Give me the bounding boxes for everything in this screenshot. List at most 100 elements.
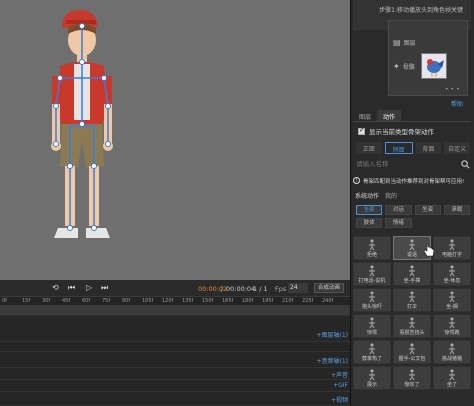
layers-icon: ▤ [393, 37, 401, 47]
rooster-thumbnail-icon [427, 59, 444, 77]
track-label-audio[interactable]: +音频轴(1) [316, 356, 348, 365]
tab-layers[interactable]: 图层 [353, 110, 377, 121]
category-sitting[interactable]: 坐姿 [414, 205, 441, 215]
tab-back[interactable]: 背面 [415, 142, 442, 154]
action-label: 坐-休息 [443, 278, 461, 284]
help-link[interactable]: 帮助 [451, 99, 463, 108]
category-body[interactable]: 肢体 [356, 218, 383, 228]
prev-frame-icon[interactable]: ⏮ [68, 283, 75, 293]
ruler-tick: 90f [122, 298, 131, 304]
pose-icon [369, 343, 375, 355]
ruler-tick: 180f [242, 298, 254, 304]
ruler-tick: 210f [282, 298, 294, 304]
action-grid: 拒绝 说话 电脑打字 打电话-说机 坐-手撑 坐-休息 抱头惊吓 打伞 坐-搁 … [353, 236, 471, 390]
layer-label-2: 骨骼 [402, 63, 415, 71]
layer-row-2[interactable]: ✦ 骨骼 [393, 51, 415, 81]
action-label: 鼓掌热了 [361, 356, 382, 362]
tab-custom[interactable]: 自定义 [444, 142, 470, 154]
ruler-tick: 45f [62, 298, 71, 304]
track-audio[interactable]: +音频轴(1) [0, 352, 350, 368]
track-gif[interactable]: +GIF [0, 380, 350, 392]
timeline-ruler[interactable]: 0f 15f 30f 45f 60f 75f 90f 105f 120f 135… [0, 296, 350, 306]
pose-icon [369, 239, 375, 251]
play-icon[interactable]: ▷ [86, 283, 92, 292]
track-label-layer[interactable]: +图层轴(1) [316, 330, 348, 339]
action-label: 抱头惊吓 [361, 304, 382, 310]
pose-icon [409, 291, 415, 303]
pose-icon [369, 265, 375, 277]
action-tile[interactable]: 惊愕 [353, 314, 391, 338]
track-spacer [0, 342, 350, 352]
timeline-tracks: +图层轴(1) +音频轴(1) +声音 +GIF +视频 [0, 306, 350, 406]
character-figure[interactable] [40, 6, 130, 244]
ruler-tick: 225f [302, 298, 314, 304]
action-tile[interactable]: 抱头惊吓 [353, 288, 391, 312]
tab-front[interactable]: 正面 [356, 142, 382, 154]
stage-canvas[interactable] [0, 0, 350, 280]
track-label-video[interactable]: +视频 [331, 395, 348, 404]
action-tile[interactable]: 鼓掌热了 [353, 340, 391, 364]
ruler-tick: 30f [42, 298, 51, 304]
step-title: 步骤1:移动播放头到角色帧关键 [379, 7, 463, 14]
time-separator: / [221, 285, 224, 293]
pose-icon [409, 343, 415, 355]
tab-actions[interactable]: 动作 [377, 110, 402, 121]
action-label: 惊叹了 [404, 382, 420, 388]
track-sound[interactable]: +声音 [0, 368, 350, 380]
category-carry[interactable]: 承载 [443, 205, 470, 215]
search-icon[interactable] [461, 159, 470, 169]
pose-icon [409, 239, 415, 251]
action-tile[interactable]: 惊愕跑 [433, 314, 471, 338]
pose-icon [409, 317, 415, 329]
track-label-gif[interactable]: +GIF [333, 382, 348, 389]
tab-my-actions[interactable]: 我的 [385, 191, 397, 200]
export-button[interactable]: 合成动画 [314, 283, 344, 293]
layer-label-1: 图层 [403, 39, 416, 47]
next-frame-icon[interactable]: ⏭ [101, 283, 108, 293]
layer-thumbnail[interactable] [421, 53, 447, 79]
action-label: 握手-公文包 [398, 356, 426, 362]
pose-icon [369, 317, 375, 329]
action-tile[interactable]: 惊叹了 [393, 366, 431, 390]
action-label: 打电话-说机 [358, 278, 386, 284]
action-tile[interactable]: 打电话-说机 [353, 262, 391, 286]
ruler-tick: 240f [322, 298, 334, 304]
action-tile[interactable]: 展示 [353, 366, 391, 390]
action-tile[interactable]: 看报告挠头 [393, 314, 431, 338]
pose-icon [449, 239, 455, 251]
tab-side[interactable]: 侧面 [384, 142, 413, 154]
category-emotion[interactable]: 情绪 [385, 218, 412, 228]
fps-select[interactable]: 24 [288, 283, 308, 293]
source-tabs: 系统动作 我的 [355, 191, 397, 200]
action-tile[interactable]: 挑战猪猪 [433, 340, 471, 364]
ruler-tick: 195f [262, 298, 274, 304]
action-tile[interactable]: 坐-搁 [433, 288, 471, 312]
action-tile[interactable]: 打伞 [393, 288, 431, 312]
action-label: 惊愕 [366, 330, 377, 336]
playhead-track[interactable] [0, 306, 350, 316]
show-current-row[interactable]: 显示当前类型骨架动作 [358, 126, 434, 136]
category-dialog[interactable]: 对话 [385, 205, 412, 215]
view-tabs: 正面 侧面 背面 自定义 [356, 142, 470, 154]
show-current-checkbox[interactable] [358, 126, 365, 135]
category-all[interactable]: 全部 [356, 205, 383, 215]
action-label: 坐-搁 [446, 304, 458, 310]
action-tile[interactable]: 握手-公文包 [393, 340, 431, 364]
info-icon: ! [353, 177, 360, 184]
action-tile[interactable]: 电脑打字 [433, 236, 471, 260]
ruler-tick: 120f [162, 298, 174, 304]
action-tile[interactable]: 坐-手撑 [393, 262, 431, 286]
action-tile[interactable]: 拒绝 [353, 236, 391, 260]
search-input[interactable] [356, 158, 454, 170]
loop-icon[interactable]: ⟲ [52, 283, 59, 292]
pose-icon [449, 343, 455, 355]
tab-system-actions[interactable]: 系统动作 [355, 191, 379, 200]
pose-icon [449, 369, 455, 381]
action-tile[interactable]: 坐了 [433, 366, 471, 390]
track-label-sound[interactable]: +声音 [331, 370, 348, 379]
track-video[interactable]: +视频 [0, 392, 350, 406]
action-tile[interactable]: 坐-休息 [433, 262, 471, 286]
fps-label: Fps [275, 285, 287, 293]
track-layer[interactable]: +图层轴(1) [0, 316, 350, 342]
ruler-tick: 165f [222, 298, 234, 304]
